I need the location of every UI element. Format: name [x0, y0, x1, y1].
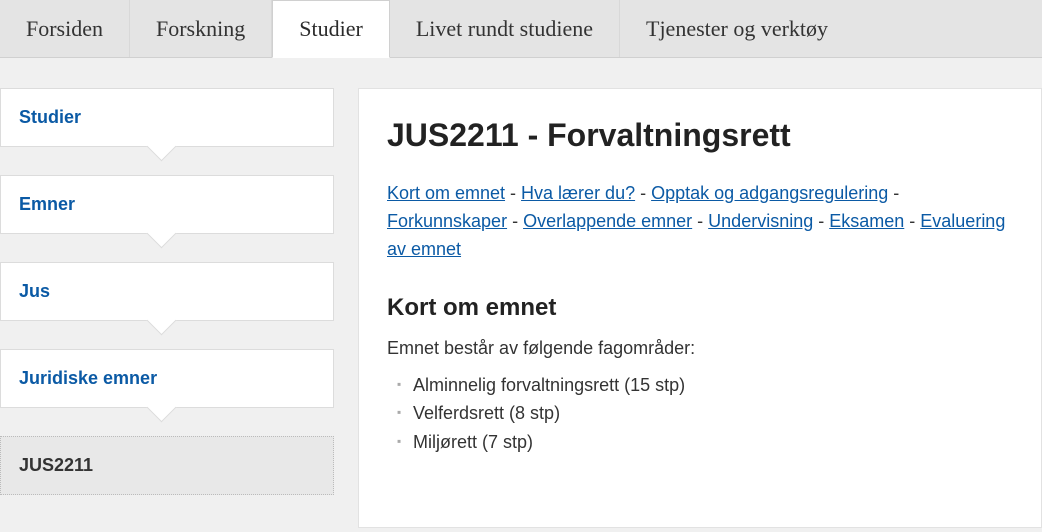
bullet-list: Alminnelig forvaltningsrett (15 stp) Vel… [387, 371, 1013, 457]
crumb-juridiske-emner[interactable]: Juridiske emner [0, 349, 334, 408]
tab-tjenester[interactable]: Tjenester og verktøy [620, 0, 854, 57]
tab-label: Livet rundt studiene [416, 16, 593, 42]
crumb-current: JUS2211 [0, 436, 334, 495]
crumb-label: Studier [19, 107, 81, 127]
tab-livet-rundt[interactable]: Livet rundt studiene [390, 0, 620, 57]
separator: - [635, 183, 651, 203]
tab-label: Tjenester og verktøy [646, 16, 828, 42]
crumb-label: Juridiske emner [19, 368, 157, 388]
separator: - [505, 183, 521, 203]
crumb-label: Jus [19, 281, 50, 301]
list-item: Alminnelig forvaltningsrett (15 stp) [397, 371, 1013, 400]
top-tabs: Forsiden Forskning Studier Livet rundt s… [0, 0, 1042, 58]
crumb-label: JUS2211 [19, 455, 93, 475]
anchor-hva-laerer[interactable]: Hva lærer du? [521, 183, 635, 203]
separator: - [692, 211, 708, 231]
intro-text: Emnet består av følgende fagområder: [387, 338, 1013, 359]
separator: - [507, 211, 523, 231]
anchor-opptak[interactable]: Opptak og adgangsregulering [651, 183, 888, 203]
anchor-links: Kort om emnet - Hva lærer du? - Opptak o… [387, 180, 1013, 264]
tab-label: Studier [299, 16, 363, 42]
main-content: JUS2211 - Forvaltningsrett Kort om emnet… [358, 88, 1042, 528]
section-heading: Kort om emnet [387, 294, 1013, 322]
separator: - [904, 211, 920, 231]
separator: - [813, 211, 829, 231]
crumb-jus[interactable]: Jus [0, 262, 334, 321]
anchor-forkunnskaper[interactable]: Forkunnskaper [387, 211, 507, 231]
tab-studier[interactable]: Studier [272, 0, 390, 58]
list-item: Velferdsrett (8 stp) [397, 399, 1013, 428]
list-item: Miljørett (7 stp) [397, 428, 1013, 457]
separator: - [888, 183, 899, 203]
page-body: Studier Emner Jus Juridiske emner JUS221… [0, 58, 1042, 528]
crumb-studier[interactable]: Studier [0, 88, 334, 147]
tab-label: Forskning [156, 16, 245, 42]
anchor-overlappende[interactable]: Overlappende emner [523, 211, 692, 231]
anchor-eksamen[interactable]: Eksamen [829, 211, 904, 231]
tab-label: Forsiden [26, 16, 103, 42]
crumb-label: Emner [19, 194, 75, 214]
anchor-kort-om[interactable]: Kort om emnet [387, 183, 505, 203]
crumb-emner[interactable]: Emner [0, 175, 334, 234]
tab-forskning[interactable]: Forskning [130, 0, 272, 57]
page-title: JUS2211 - Forvaltningsrett [387, 117, 1013, 154]
tab-forsiden[interactable]: Forsiden [0, 0, 130, 57]
anchor-undervisning[interactable]: Undervisning [708, 211, 813, 231]
breadcrumb-sidebar: Studier Emner Jus Juridiske emner JUS221… [0, 88, 334, 528]
